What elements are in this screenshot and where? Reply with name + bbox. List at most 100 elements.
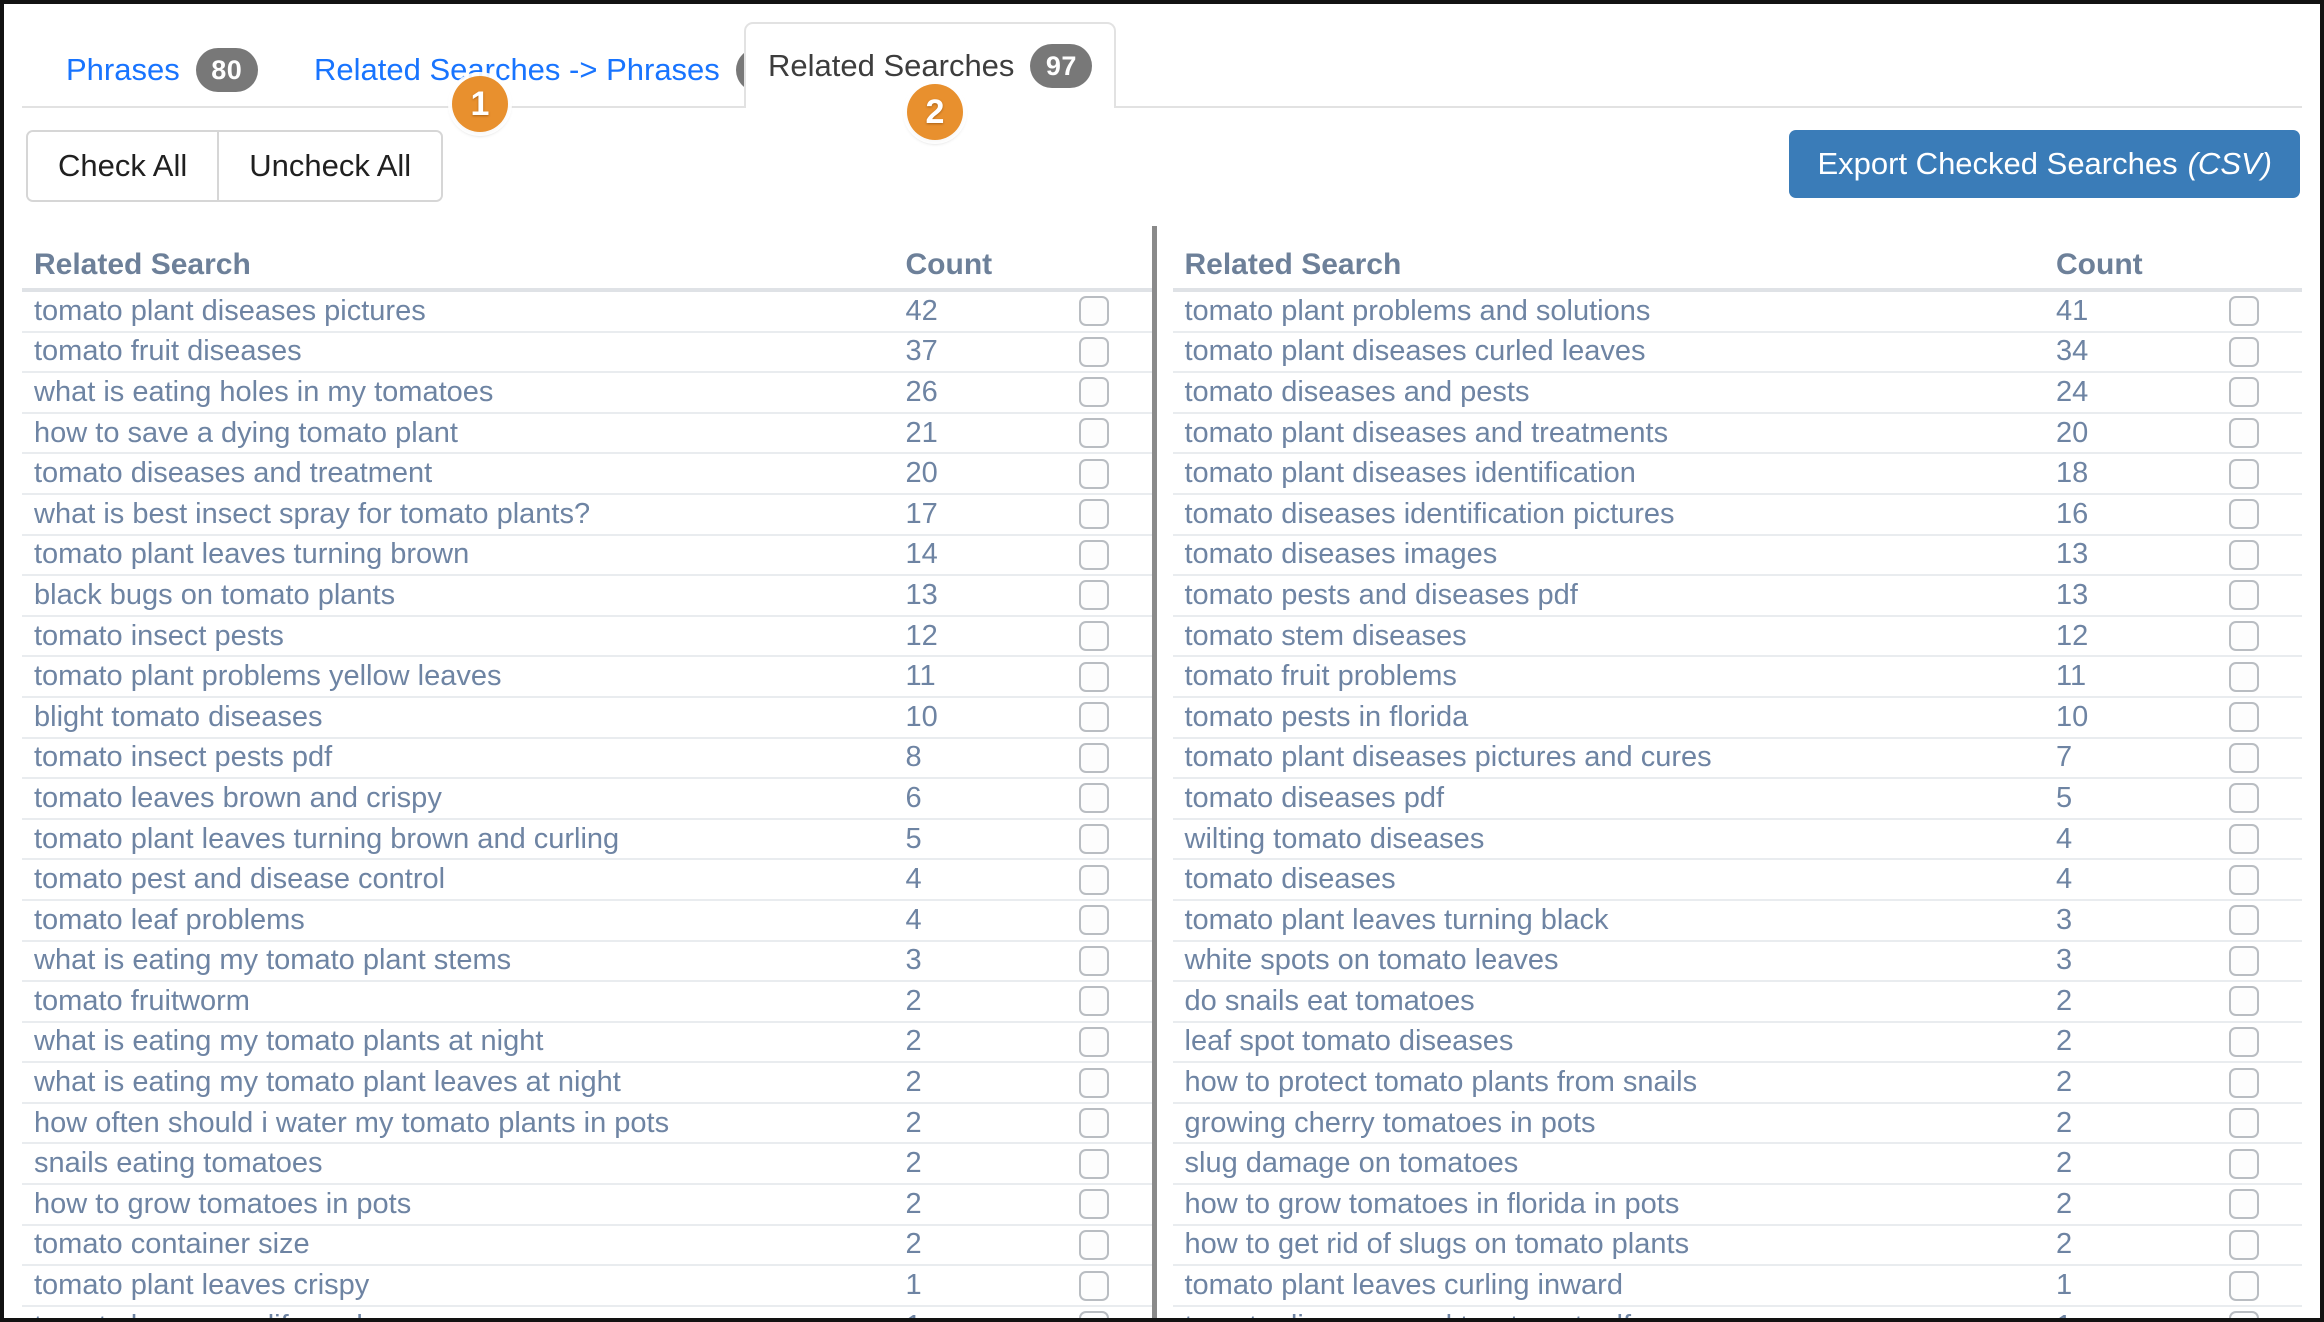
row-checkbox[interactable] — [2229, 945, 2259, 976]
export-checked-searches-button[interactable]: Export Checked Searches (CSV) — [1789, 130, 2300, 198]
row-checkbox[interactable] — [2229, 864, 2259, 895]
table-row[interactable]: tomato diseases and treatment 20 — [22, 454, 1152, 495]
row-checkbox[interactable] — [1078, 377, 1109, 408]
row-checkbox[interactable] — [2229, 377, 2259, 408]
table-row[interactable]: what is eating my tomato plant stems 3 — [22, 942, 1152, 983]
row-checkbox[interactable] — [1078, 1311, 1109, 1318]
table-row[interactable]: tomato fruit diseases 37 — [22, 333, 1152, 374]
table-row[interactable]: tomato diseases and pests 24 — [1172, 373, 2302, 414]
table-row[interactable]: tomato leaf problems 4 — [22, 901, 1152, 942]
table-row[interactable]: tomato plant leaves turning brown and cu… — [22, 820, 1152, 861]
row-checkbox[interactable] — [2229, 824, 2259, 855]
table-row[interactable]: what is eating my tomato plants at night… — [22, 1023, 1152, 1064]
row-checkbox[interactable] — [2229, 986, 2259, 1017]
row-checkbox[interactable] — [2229, 742, 2259, 773]
table-row[interactable]: black bugs on tomato plants 13 — [22, 576, 1152, 617]
row-checkbox[interactable] — [2229, 1311, 2259, 1318]
row-checkbox[interactable] — [1078, 499, 1109, 530]
row-checkbox[interactable] — [2229, 296, 2259, 327]
row-checkbox[interactable] — [1078, 1270, 1109, 1301]
table-row[interactable]: how to protect tomato plants from snails… — [1172, 1063, 2302, 1104]
table-row[interactable]: how to get rid of slugs on tomato plants… — [1172, 1226, 2302, 1267]
row-checkbox[interactable] — [2229, 458, 2259, 489]
row-checkbox[interactable] — [2229, 499, 2259, 530]
row-checkbox[interactable] — [2229, 1189, 2259, 1220]
row-checkbox[interactable] — [2229, 418, 2259, 449]
row-checkbox[interactable] — [1078, 702, 1109, 733]
row-checkbox[interactable] — [2229, 580, 2259, 611]
table-row[interactable]: snails eating tomatoes 2 — [22, 1144, 1152, 1186]
row-checkbox[interactable] — [2229, 1026, 2259, 1057]
table-row[interactable]: slug damage on tomatoes 2 — [1172, 1144, 2302, 1186]
row-checkbox[interactable] — [1078, 418, 1109, 449]
row-checkbox[interactable] — [1078, 864, 1109, 895]
check-all-button[interactable]: Check All — [28, 132, 220, 200]
row-checkbox[interactable] — [1078, 458, 1109, 489]
table-row[interactable]: tomato diseases identification pictures 1… — [1172, 495, 2302, 536]
table-row[interactable]: what is best insect spray for tomato pla… — [22, 495, 1152, 536]
row-checkbox[interactable] — [1078, 1108, 1109, 1139]
row-checkbox[interactable] — [1078, 1148, 1109, 1179]
table-row[interactable]: tomato pests and diseases pdf 13 — [1172, 576, 2302, 617]
table-row[interactable]: tomato pests in florida 10 — [1172, 698, 2302, 739]
table-row[interactable]: tomato leaves brown and crispy 6 — [22, 779, 1152, 820]
table-row[interactable]: wilting tomato diseases 4 — [1172, 820, 2302, 861]
table-row[interactable]: how to grow tomatoes in florida in pots 2 — [1172, 1185, 2302, 1226]
row-checkbox[interactable] — [2229, 1229, 2259, 1260]
table-row[interactable]: tomato stem diseases 12 — [1172, 617, 2302, 658]
table-row[interactable]: tomato fruitworm 2 — [22, 982, 1152, 1023]
table-row[interactable]: how often should i water my tomato plant… — [22, 1104, 1152, 1145]
table-row[interactable]: tomato plant diseases pictures and cures… — [1172, 739, 2302, 780]
table-row[interactable]: what is eating holes in my tomatoes 26 — [22, 373, 1152, 414]
row-checkbox[interactable] — [2229, 621, 2259, 652]
table-row[interactable]: tomato hornworm life cycle1 — [22, 1307, 1152, 1318]
table-row[interactable]: tomato plant problems yellow leaves 11 — [22, 657, 1152, 698]
table-row[interactable]: tomato diseases and treatment pdf1 — [1173, 1307, 2303, 1318]
row-checkbox[interactable] — [1078, 539, 1109, 570]
table-row[interactable]: tomato diseases pdf 5 — [1172, 779, 2302, 820]
row-checkbox[interactable] — [2229, 1108, 2259, 1139]
row-checkbox[interactable] — [1078, 580, 1109, 611]
row-checkbox[interactable] — [1078, 1067, 1109, 1098]
table-row[interactable]: tomato diseases 4 — [1172, 860, 2302, 901]
table-row[interactable]: white spots on tomato leaves 3 — [1172, 942, 2302, 983]
table-row[interactable]: what is eating my tomato plant leaves at… — [22, 1063, 1152, 1104]
row-checkbox[interactable] — [2229, 702, 2259, 733]
row-checkbox[interactable] — [1078, 1229, 1109, 1260]
tab-phrases[interactable]: Phrases 80 — [44, 34, 280, 106]
table-row[interactable]: growing cherry tomatoes in pots 2 — [1172, 1104, 2302, 1145]
table-row[interactable]: leaf spot tomato diseases 2 — [1172, 1023, 2302, 1064]
table-row[interactable]: do snails eat tomatoes 2 — [1172, 982, 2302, 1023]
table-row[interactable]: tomato plant diseases identification 18 — [1172, 454, 2302, 495]
table-row[interactable]: tomato insect pests 12 — [22, 617, 1152, 658]
table-row[interactable]: how to save a dying tomato plant 21 — [22, 414, 1152, 455]
row-checkbox[interactable] — [1078, 296, 1109, 327]
table-row[interactable]: tomato plant diseases curled leaves 34 — [1172, 333, 2302, 374]
table-row[interactable]: tomato plant diseases pictures 42 — [22, 292, 1152, 333]
table-row[interactable]: tomato plant leaves turning black 3 — [1172, 901, 2302, 942]
table-row[interactable]: tomato plant diseases and treatments 20 — [1172, 414, 2302, 455]
table-row[interactable]: how to grow tomatoes in pots 2 — [22, 1185, 1152, 1226]
row-checkbox[interactable] — [1078, 336, 1109, 367]
table-row[interactable]: tomato plant problems and solutions 41 — [1172, 292, 2302, 333]
row-checkbox[interactable] — [2229, 1148, 2259, 1179]
row-checkbox[interactable] — [1078, 621, 1109, 652]
row-checkbox[interactable] — [2229, 1067, 2259, 1098]
row-checkbox[interactable] — [2229, 661, 2259, 692]
row-checkbox[interactable] — [1078, 824, 1109, 855]
table-row[interactable]: tomato diseases images 13 — [1172, 536, 2302, 577]
table-row[interactable]: tomato container size 2 — [22, 1226, 1152, 1267]
table-row[interactable]: tomato plant leaves crispy 1 — [22, 1266, 1152, 1307]
table-row[interactable]: tomato plant leaves turning brown 14 — [22, 536, 1152, 577]
table-row[interactable]: tomato insect pests pdf 8 — [22, 739, 1152, 780]
row-checkbox[interactable] — [1078, 986, 1109, 1017]
row-checkbox[interactable] — [2229, 539, 2259, 570]
row-checkbox[interactable] — [2229, 336, 2259, 367]
table-row[interactable]: tomato plant leaves curling inward 1 — [1172, 1266, 2302, 1307]
table-row[interactable]: tomato fruit problems 11 — [1172, 657, 2302, 698]
uncheck-all-button[interactable]: Uncheck All — [219, 132, 442, 200]
row-checkbox[interactable] — [1078, 661, 1109, 692]
row-checkbox[interactable] — [1078, 945, 1109, 976]
row-checkbox[interactable] — [2229, 1270, 2259, 1301]
row-checkbox[interactable] — [1078, 783, 1109, 814]
